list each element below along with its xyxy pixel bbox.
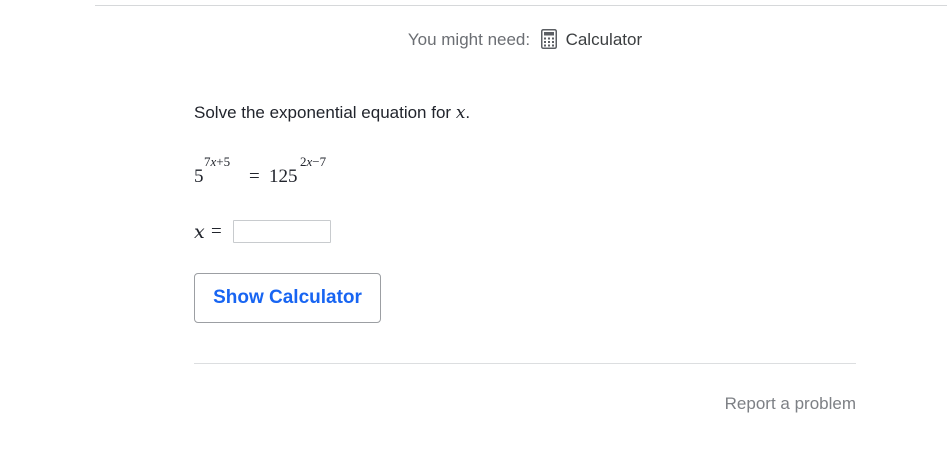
- question-prompt: Solve the exponential equation for x.: [194, 103, 470, 123]
- question-text: Solve the exponential equation for: [194, 103, 456, 122]
- equals-sign: =: [249, 166, 260, 187]
- show-calculator-button[interactable]: Show Calculator: [194, 273, 381, 323]
- answer-variable: x: [194, 221, 205, 243]
- report-problem-link[interactable]: Report a problem: [725, 394, 856, 414]
- bottom-divider: [194, 363, 856, 364]
- right-exponent-text: 2x−7: [300, 154, 327, 169]
- question-variable: x: [455, 103, 466, 123]
- exponential-equation: 5 7x+5 = 125 2x−7: [194, 154, 394, 188]
- right-exponent: 2x−7: [300, 154, 326, 170]
- question-suffix: .: [465, 103, 471, 122]
- right-base: 125: [269, 166, 298, 187]
- calculator-tool-link[interactable]: Calculator: [566, 30, 643, 49]
- answer-equals: =: [211, 221, 222, 242]
- exercise-page: You might need: Calculator Solve the exp…: [0, 0, 947, 475]
- top-divider: [95, 5, 947, 6]
- calculator-icon: [540, 29, 557, 54]
- left-base: 5: [194, 166, 204, 187]
- tools-need-label: You might need:: [407, 30, 531, 49]
- left-exponent-text: 7x+5: [204, 154, 231, 169]
- answer-input[interactable]: [233, 220, 331, 243]
- left-exponent: 7x+5: [204, 154, 230, 170]
- tools-bar: You might need: Calculator: [0, 29, 947, 54]
